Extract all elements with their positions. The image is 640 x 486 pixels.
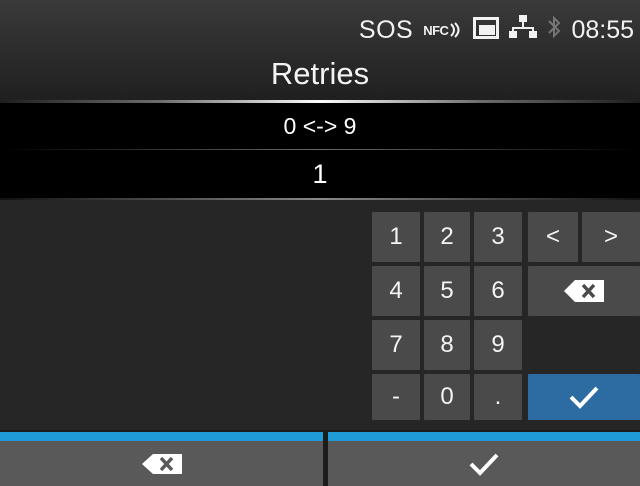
cancel-button[interactable] bbox=[0, 441, 323, 486]
network-icon bbox=[509, 14, 538, 46]
key-3[interactable]: 3 bbox=[474, 212, 522, 262]
key-4[interactable]: 4 bbox=[372, 266, 420, 316]
confirm-button[interactable] bbox=[328, 441, 640, 486]
key-5[interactable]: 5 bbox=[424, 266, 470, 316]
clock: 08:55 bbox=[571, 15, 634, 44]
backspace-key[interactable] bbox=[528, 266, 640, 316]
header: SOS NFC 08:55 Retries bbox=[0, 0, 640, 102]
key-1[interactable]: 1 bbox=[372, 212, 420, 262]
value-range: 0 <-> 9 bbox=[0, 103, 640, 149]
key-7[interactable]: 7 bbox=[372, 320, 420, 370]
key-9[interactable]: 9 bbox=[474, 320, 522, 370]
cursor-left-key[interactable]: < bbox=[528, 212, 578, 262]
key-8[interactable]: 8 bbox=[424, 320, 470, 370]
nfc-icon: NFC bbox=[423, 22, 463, 38]
minus-key[interactable]: - bbox=[372, 374, 420, 420]
decimal-key[interactable]: . bbox=[474, 374, 522, 420]
value-field[interactable]: 1 bbox=[0, 150, 640, 198]
key-6[interactable]: 6 bbox=[474, 266, 522, 316]
checkmark-icon bbox=[569, 386, 599, 409]
backspace-icon bbox=[141, 453, 182, 474]
accent-bar bbox=[328, 432, 640, 441]
accent-bar bbox=[0, 432, 323, 441]
key-0[interactable]: 0 bbox=[424, 374, 470, 420]
sos-indicator: SOS bbox=[358, 15, 414, 44]
sd-card-icon bbox=[473, 15, 500, 46]
status-bar: SOS NFC 08:55 bbox=[359, 14, 634, 46]
page-title: Retries bbox=[270, 56, 370, 91]
cursor-right-key[interactable]: > bbox=[582, 212, 640, 262]
backspace-icon bbox=[564, 280, 604, 302]
bluetooth-icon bbox=[547, 15, 561, 46]
key-2[interactable]: 2 bbox=[424, 212, 470, 262]
nfc-label: NFC bbox=[423, 22, 449, 38]
checkmark-icon bbox=[469, 453, 499, 476]
enter-key[interactable] bbox=[528, 374, 640, 420]
